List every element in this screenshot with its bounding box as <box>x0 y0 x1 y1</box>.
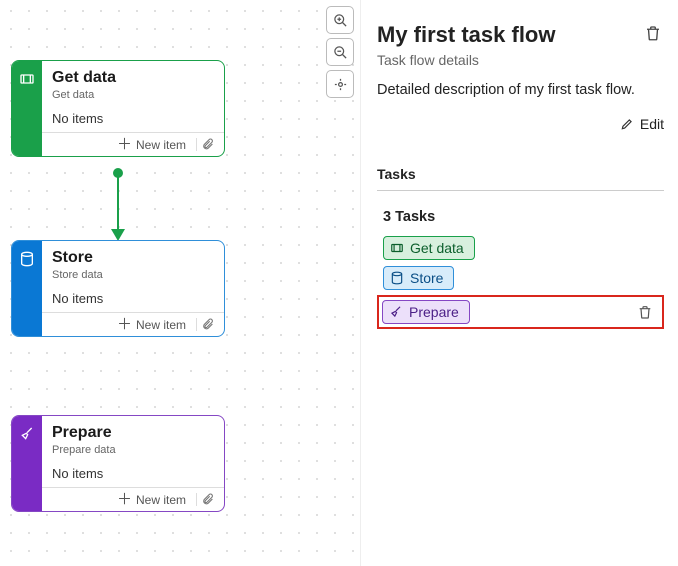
flow-card-get-data[interactable]: Get data Get data No items ＋ New item <box>11 60 225 157</box>
attach-button[interactable] <box>196 493 218 506</box>
card-stripe <box>12 416 42 511</box>
tasks-count: 3 Tasks <box>383 209 664 225</box>
attach-button[interactable] <box>196 318 218 331</box>
card-empty-text: No items <box>52 466 214 481</box>
task-pill-label: Store <box>410 270 443 286</box>
pencil-icon <box>620 117 634 131</box>
selected-task-row: Prepare <box>377 295 664 329</box>
new-item-button[interactable]: New item <box>136 493 186 507</box>
card-empty-text: No items <box>52 291 214 306</box>
task-pill-prepare[interactable]: Prepare <box>382 300 470 324</box>
broom-icon <box>19 426 35 442</box>
trash-icon <box>644 24 662 42</box>
task-pill-label: Prepare <box>409 304 459 320</box>
details-title: My first task flow <box>377 22 555 48</box>
delete-task-button[interactable] <box>634 301 656 323</box>
connector-line <box>117 173 119 233</box>
card-footer: ＋ New item <box>42 132 224 156</box>
card-title: Get data <box>52 69 214 87</box>
card-subtitle: Store data <box>52 269 214 281</box>
plus-icon: ＋ <box>117 137 132 152</box>
new-item-button[interactable]: New item <box>136 318 186 332</box>
film-icon <box>390 241 404 255</box>
task-pill-get-data[interactable]: Get data <box>383 236 475 260</box>
attach-button[interactable] <box>196 138 218 151</box>
flow-card-prepare[interactable]: Prepare Prepare data No items ＋ New item <box>11 415 225 512</box>
card-subtitle: Get data <box>52 89 214 101</box>
delete-flow-button[interactable] <box>642 22 664 44</box>
card-stripe <box>12 61 42 156</box>
card-empty-text: No items <box>52 111 214 126</box>
database-icon <box>19 251 35 267</box>
new-item-button[interactable]: New item <box>136 138 186 152</box>
plus-icon: ＋ <box>117 492 132 507</box>
card-title: Store <box>52 249 214 267</box>
details-subtitle: Task flow details <box>377 52 664 68</box>
card-subtitle: Prepare data <box>52 444 214 456</box>
database-icon <box>390 271 404 285</box>
details-panel: My first task flow Task flow details Det… <box>360 0 678 566</box>
fit-view-button[interactable] <box>326 70 354 98</box>
flow-canvas[interactable]: Get data Get data No items ＋ New item <box>0 0 360 566</box>
broom-icon <box>389 305 403 319</box>
flow-card-store[interactable]: Store Store data No items ＋ New item <box>11 240 225 337</box>
paperclip-icon <box>201 318 214 331</box>
tasks-section-label: Tasks <box>377 166 664 191</box>
paperclip-icon <box>201 493 214 506</box>
plus-icon: ＋ <box>117 317 132 332</box>
trash-icon <box>637 304 653 320</box>
task-pill-label: Get data <box>410 240 464 256</box>
card-title: Prepare <box>52 424 214 442</box>
film-icon <box>19 71 35 87</box>
zoom-out-button[interactable] <box>326 38 354 66</box>
task-pill-store[interactable]: Store <box>383 266 454 290</box>
zoom-in-button[interactable] <box>326 6 354 34</box>
card-stripe <box>12 241 42 336</box>
edit-button[interactable]: Edit <box>620 116 664 132</box>
details-description: Detailed description of my first task fl… <box>377 82 664 98</box>
edit-label: Edit <box>640 116 664 132</box>
paperclip-icon <box>201 138 214 151</box>
card-footer: ＋ New item <box>42 312 224 336</box>
zoom-controls <box>326 6 354 98</box>
card-footer: ＋ New item <box>42 487 224 511</box>
